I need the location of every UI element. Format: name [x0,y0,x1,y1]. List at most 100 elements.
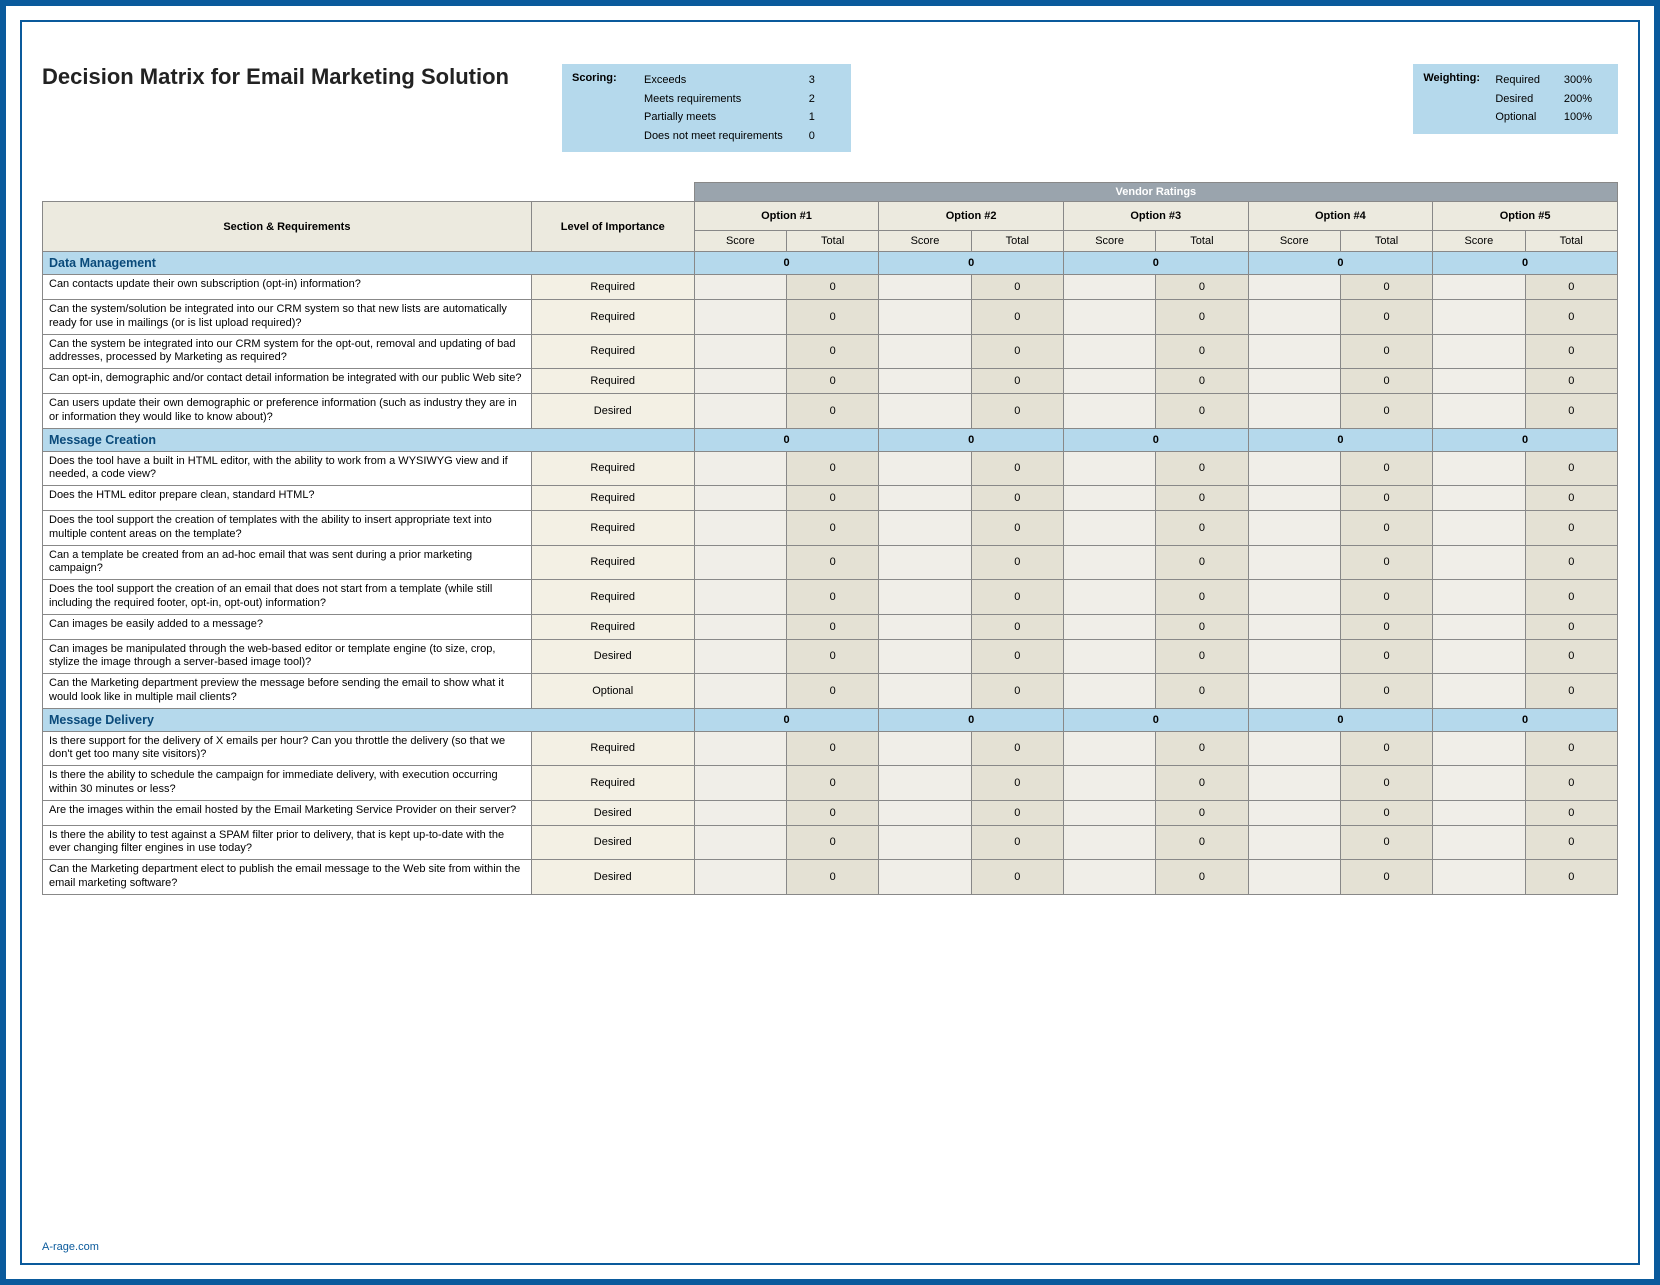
score-cell[interactable] [1433,369,1525,394]
requirement-text: Does the tool support the creation of an… [43,580,532,615]
score-cell[interactable] [1433,334,1525,369]
score-cell[interactable] [694,394,786,429]
score-cell[interactable] [1248,300,1340,335]
score-cell[interactable] [694,614,786,639]
score-cell[interactable] [1063,369,1155,394]
score-cell[interactable] [1248,860,1340,895]
score-cell[interactable] [1063,275,1155,300]
score-cell[interactable] [694,545,786,580]
score-cell[interactable] [879,800,971,825]
score-cell[interactable] [879,451,971,486]
score-cell[interactable] [1248,800,1340,825]
score-cell[interactable] [1248,731,1340,766]
score-cell[interactable] [1248,825,1340,860]
score-cell[interactable] [879,486,971,511]
score-cell[interactable] [694,800,786,825]
score-cell[interactable] [694,731,786,766]
score-cell[interactable] [1248,511,1340,546]
score-cell[interactable] [1063,394,1155,429]
score-cell[interactable] [1433,674,1525,709]
score-cell[interactable] [1433,800,1525,825]
scoring-row-text: Exceeds [644,72,797,89]
score-cell[interactable] [1433,731,1525,766]
score-cell[interactable] [694,580,786,615]
score-cell[interactable] [694,674,786,709]
score-cell[interactable] [1433,825,1525,860]
score-cell[interactable] [1063,674,1155,709]
score-cell[interactable] [879,674,971,709]
score-cell[interactable] [1063,766,1155,801]
score-cell[interactable] [1248,639,1340,674]
total-cell: 0 [971,800,1063,825]
score-cell[interactable] [1063,825,1155,860]
score-cell[interactable] [694,334,786,369]
score-cell[interactable] [1248,766,1340,801]
footer-link[interactable]: A-rage.com [42,1241,99,1253]
score-cell[interactable] [1433,639,1525,674]
score-cell[interactable] [1063,545,1155,580]
score-cell[interactable] [1433,614,1525,639]
score-cell[interactable] [879,275,971,300]
score-cell[interactable] [694,486,786,511]
score-cell[interactable] [1248,674,1340,709]
score-cell[interactable] [694,451,786,486]
score-cell[interactable] [1063,614,1155,639]
score-cell[interactable] [1063,800,1155,825]
score-cell[interactable] [1063,580,1155,615]
score-cell[interactable] [1063,639,1155,674]
score-cell[interactable] [694,369,786,394]
score-cell[interactable] [1433,860,1525,895]
score-cell[interactable] [879,825,971,860]
score-cell[interactable] [879,300,971,335]
score-cell[interactable] [879,545,971,580]
score-cell[interactable] [1063,731,1155,766]
score-cell[interactable] [1433,275,1525,300]
score-cell[interactable] [1063,334,1155,369]
requirement-row: Can contacts update their own subscripti… [43,275,1618,300]
score-cell[interactable] [879,394,971,429]
score-cell[interactable] [879,334,971,369]
score-cell[interactable] [1433,766,1525,801]
score-cell[interactable] [879,731,971,766]
score-cell[interactable] [694,860,786,895]
score-cell[interactable] [879,511,971,546]
score-cell[interactable] [1063,300,1155,335]
score-cell[interactable] [879,369,971,394]
score-cell[interactable] [1248,275,1340,300]
score-cell[interactable] [694,275,786,300]
score-cell[interactable] [1248,394,1340,429]
score-cell[interactable] [879,766,971,801]
score-cell[interactable] [1248,580,1340,615]
score-cell[interactable] [879,860,971,895]
score-cell[interactable] [694,639,786,674]
score-cell[interactable] [1248,486,1340,511]
score-cell[interactable] [1433,511,1525,546]
weighting-legend: Weighting: Required300% Desired200% Opti… [1413,64,1618,134]
score-cell[interactable] [1248,545,1340,580]
score-cell[interactable] [694,300,786,335]
score-cell[interactable] [879,639,971,674]
section-total: 0 [694,428,879,451]
score-cell[interactable] [1248,614,1340,639]
score-cell[interactable] [1433,580,1525,615]
score-cell[interactable] [1063,486,1155,511]
score-cell[interactable] [1063,451,1155,486]
total-cell: 0 [971,486,1063,511]
score-cell[interactable] [1063,860,1155,895]
score-cell[interactable] [694,511,786,546]
score-cell[interactable] [879,580,971,615]
score-cell[interactable] [1063,511,1155,546]
score-cell[interactable] [1433,394,1525,429]
score-cell[interactable] [1248,369,1340,394]
score-cell[interactable] [1248,334,1340,369]
total-cell: 0 [1525,369,1618,394]
score-cell[interactable] [694,825,786,860]
total-cell: 0 [787,614,879,639]
score-cell[interactable] [1433,451,1525,486]
score-cell[interactable] [1433,545,1525,580]
score-cell[interactable] [694,766,786,801]
score-cell[interactable] [1433,486,1525,511]
score-cell[interactable] [1248,451,1340,486]
score-cell[interactable] [879,614,971,639]
score-cell[interactable] [1433,300,1525,335]
